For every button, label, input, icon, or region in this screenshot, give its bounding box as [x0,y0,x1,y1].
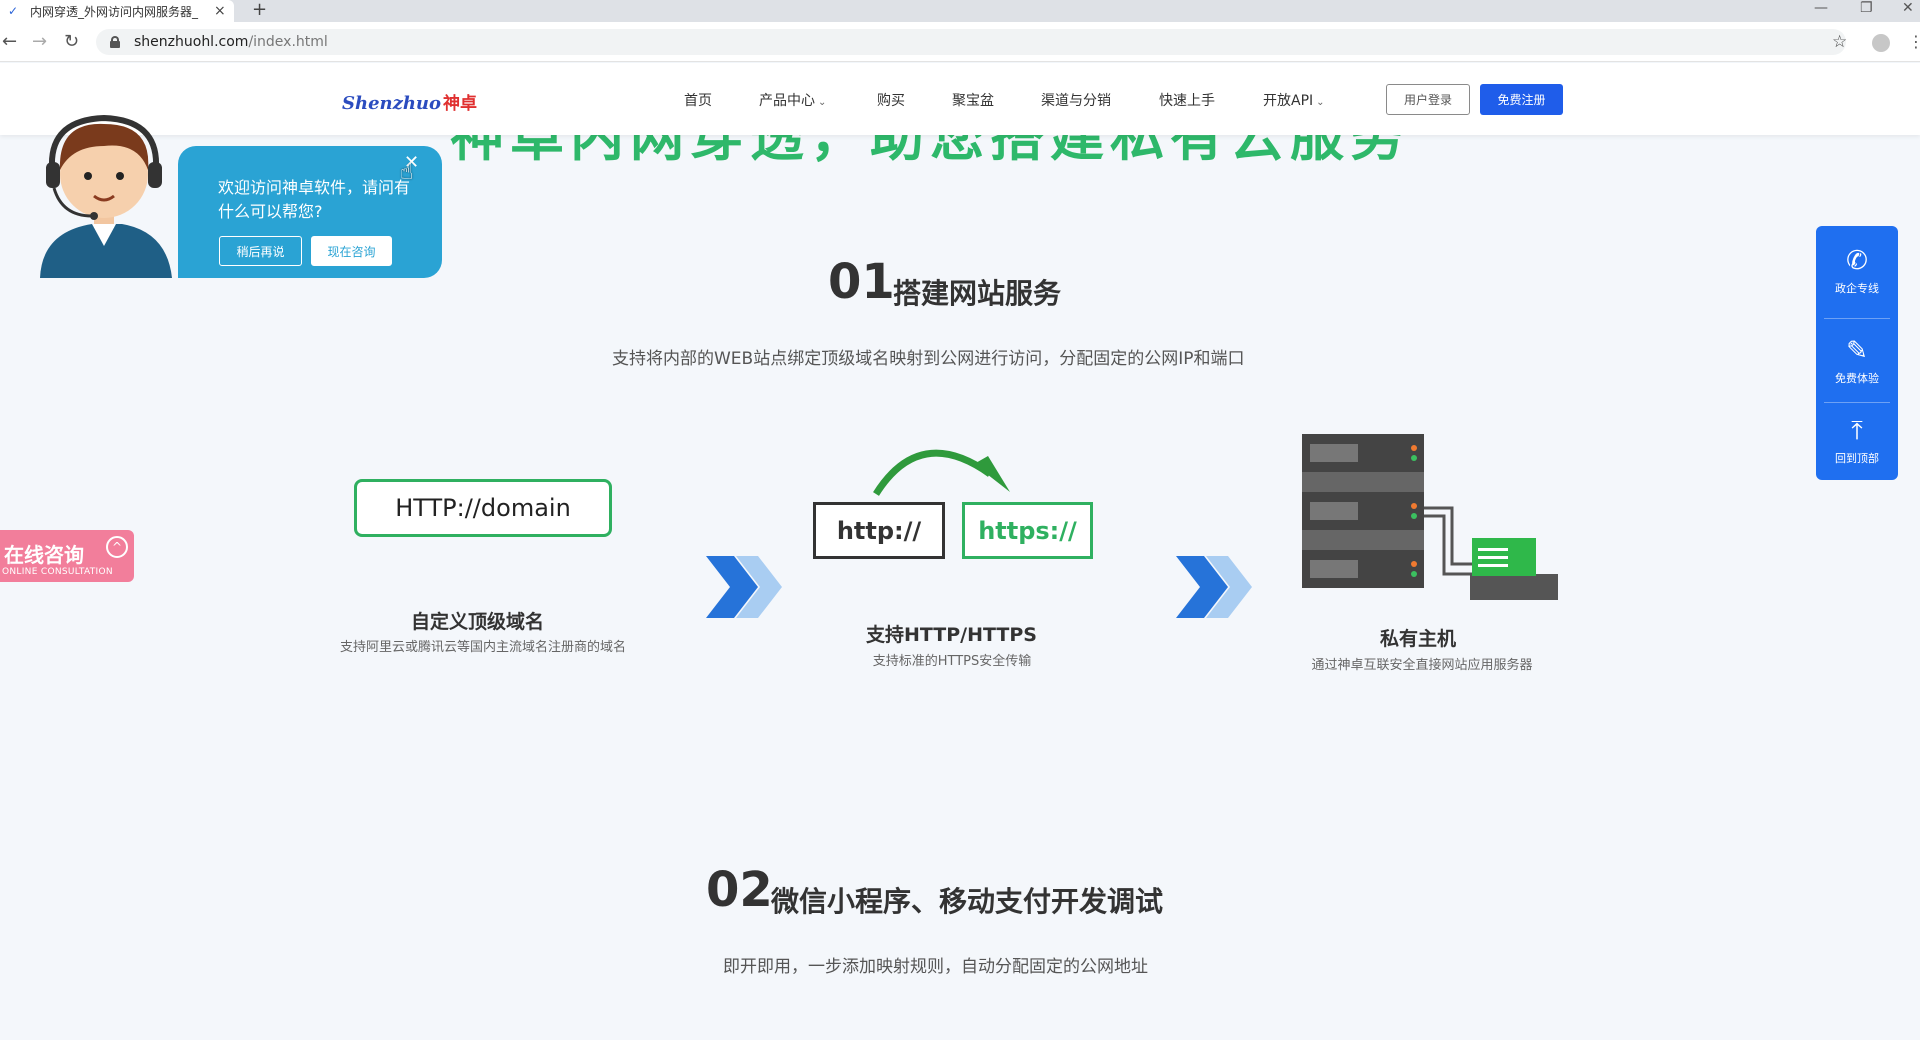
chevron-down-icon: ⌄ [818,97,827,108]
feature-desc-domain: 支持阿里云或腾讯云等国内主流域名注册商的域名 [340,640,627,655]
login-button[interactable]: 用户登录 [1386,84,1470,115]
nav-channel[interactable]: 渠道与分销 [1041,90,1111,110]
browser-tab[interactable]: ✓ 内网穿透_外网访问内网服务器_ × [0,0,234,22]
nav-channel-label: 渠道与分销 [1041,93,1111,109]
nav-treasure-label: 聚宝盆 [952,93,994,109]
nav-treasure[interactable]: 聚宝盆 [952,90,994,110]
sidebar-item-hotline[interactable]: ✆ 政企专线 [1816,246,1898,296]
nav-products[interactable]: 产品中心 ⌄ [759,90,826,110]
window-close-icon[interactable]: ✕ [1902,0,1914,22]
chat-consult-now-button[interactable]: 现在咨询 [311,236,392,266]
online-consultation-sublabel: ONLINE CONSULTATION [2,567,113,577]
sidebar-divider [1824,402,1890,403]
back-to-top-icon: ⤒ [1851,416,1863,446]
restore-icon[interactable]: ❐ [1860,0,1873,22]
tab-title: 内网穿透_外网访问内网服务器_ [30,4,199,19]
nav-quickstart-label: 快速上手 [1159,93,1215,109]
address-bar-row: ← → ↻ shenzhuohl.com/index.html [0,22,1920,62]
domain-illustration-box: HTTP://domain [354,479,612,537]
sidebar-item-label: 免费体验 [1835,372,1879,385]
nav-open-api[interactable]: 开放API ⌄ [1263,90,1325,110]
nav-quickstart[interactable]: 快速上手 [1159,90,1215,110]
redirect-arrow-icon [873,449,1010,496]
url-domain: shenzhuohl.com [134,34,249,50]
chat-later-button[interactable]: 稍后再说 [219,236,302,266]
chevron-right-icon [1176,556,1252,618]
server-illustration [1302,434,1558,600]
feature-desc-https: 支持标准的HTTPS安全传输 [872,654,1032,669]
minimize-icon[interactable]: — [1814,0,1828,22]
profile-avatar[interactable] [1872,34,1890,52]
bookmark-star-icon[interactable]: ☆ [1832,32,1847,52]
site-logo[interactable]: Shenzhuo 神卓 [342,89,477,114]
tab-close-icon[interactable]: × [214,3,226,19]
feature-title-private-host: 私有主机 [1380,628,1457,650]
https-box: https:// [962,502,1093,559]
sidebar-divider [1824,318,1890,319]
sidebar-item-back-to-top[interactable]: ⤒ 回到顶部 [1816,416,1898,466]
nav-products-label: 产品中心 [759,93,815,109]
sidebar-item-label: 回到顶部 [1835,452,1879,465]
lock-icon [110,36,120,48]
logo-text-cn: 神卓 [443,94,478,114]
browser-menu-icon[interactable]: ⋮ [1908,32,1920,51]
section-number: 02 [706,862,773,918]
section-title: 搭建网站服务 [893,277,1062,310]
feature-title-domain: 自定义顶级域名 [411,611,545,633]
section-title: 微信小程序、移动支付开发调试 [771,885,1164,918]
nav-home[interactable]: 首页 [684,90,712,110]
nav-buy[interactable]: 购买 [877,90,905,110]
logo-text-en: Shenzhuo [342,93,442,114]
support-agent-illustration [40,114,172,278]
feature-desc-private-host: 通过神卓互联安全直接网站应用服务器 [1311,658,1533,673]
http-box: http:// [813,502,945,559]
sidebar-item-label: 政企专线 [1835,282,1879,295]
nav-home-label: 首页 [684,93,712,109]
browser-tab-bar: ✓ 内网穿透_外网访问内网服务器_ × + — ❐ ✕ [0,0,1920,22]
section-number: 01 [828,254,895,310]
forward-icon[interactable]: → [32,31,47,52]
chevron-down-icon: ⌄ [1316,97,1325,108]
edit-icon: ✎ [1846,336,1868,366]
url-path: /index.html [248,34,328,50]
mouse-pointer-icon: ☝ [400,160,414,185]
sidebar-item-free-trial[interactable]: ✎ 免费体验 [1816,336,1898,386]
site-header: Shenzhuo 神卓 首页 产品中心 ⌄ 购买 聚宝盆 渠道与分销 快速上手 开放… [0,63,1920,135]
phone-icon: ✆ [1846,246,1868,276]
online-consultation-label: 在线咨询 [4,543,84,567]
online-consultation-tab[interactable]: 在线咨询 ONLINE CONSULTATION ^ [0,530,134,582]
floating-sidebar: ✆ 政企专线 ✎ 免费体验 ⤒ 回到顶部 [1816,226,1898,480]
site-favicon-icon: ✓ [8,4,19,18]
reload-icon[interactable]: ↻ [64,31,79,52]
chevron-right-icon [706,556,782,618]
nav-open-api-label: 开放API [1263,93,1314,109]
nav-buy-label: 购买 [877,93,905,109]
section-description: 支持将内部的WEB站点绑定顶级域名映射到公网进行访问，分配固定的公网IP和端口 [612,349,1245,369]
section-description: 即开即用，一步添加映射规则，自动分配固定的公网地址 [723,957,1148,977]
chat-arrow-icon: ^ [106,536,128,558]
back-icon[interactable]: ← [2,31,17,52]
chat-message: 欢迎访问神卓软件，请问有什么可以帮您? [218,178,411,221]
url-field[interactable]: shenzhuohl.com/index.html [96,29,1846,55]
feature-title-https: 支持HTTP/HTTPS [866,624,1037,646]
register-button[interactable]: 免费注册 [1480,84,1563,115]
new-tab-button[interactable]: + [252,0,267,20]
